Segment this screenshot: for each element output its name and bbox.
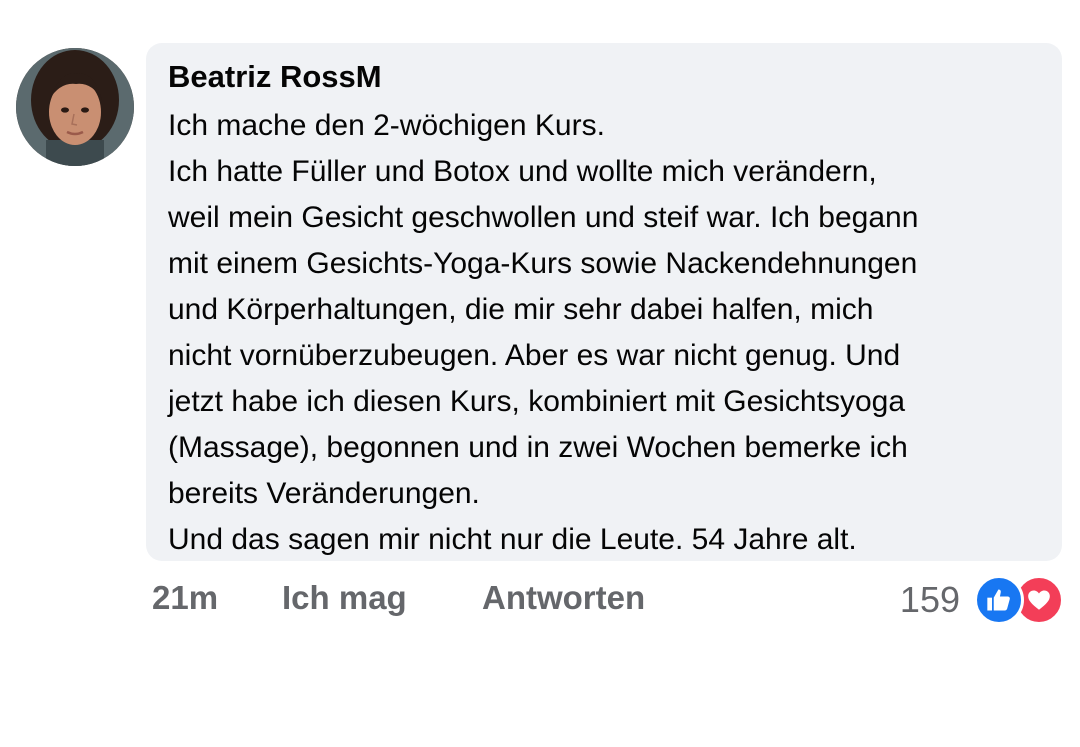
- avatar[interactable]: [16, 48, 134, 166]
- comment-line: Ich hatte Füller und Botox und wollte mi…: [168, 155, 877, 188]
- comment-timestamp[interactable]: 21m: [152, 575, 218, 621]
- comment-bubble: Beatriz RossM Ich mache den 2-wöchigen K…: [146, 43, 1062, 561]
- comment-author[interactable]: Beatriz RossM: [168, 51, 1042, 103]
- reactions-summary[interactable]: 159: [899, 575, 1064, 625]
- comment-line: weil mein Gesicht geschwollen und steif …: [168, 201, 919, 234]
- like-button[interactable]: Ich mag: [282, 575, 407, 621]
- comment-line: nicht vornüberzubeugen. Aber es war nich…: [168, 339, 901, 372]
- comment-line: und Körperhaltungen, die mir sehr dabei …: [168, 293, 874, 326]
- comment-actions: 21m Ich mag Antworten 159: [0, 575, 1080, 625]
- reaction-count: 159: [899, 579, 960, 620]
- reply-button[interactable]: Antworten: [482, 575, 645, 621]
- comment-line: jetzt habe ich diesen Kurs, kombiniert m…: [168, 385, 906, 418]
- comment-line: (Massage), begonnen und in zwei Wochen b…: [168, 431, 908, 464]
- comment-line: Und das sagen mir nicht nur die Leute. 5…: [168, 523, 857, 556]
- comment-line: bereits Veränderungen.: [168, 477, 480, 510]
- comment-text: Ich mache den 2-wöchigen Kurs. Ich hatte…: [168, 103, 1042, 563]
- comment-line: mit einem Gesichts-Yoga-Kurs sowie Nacke…: [168, 247, 918, 280]
- like-icon: [974, 575, 1024, 625]
- comment-line: Ich mache den 2-wöchigen Kurs.: [168, 109, 605, 142]
